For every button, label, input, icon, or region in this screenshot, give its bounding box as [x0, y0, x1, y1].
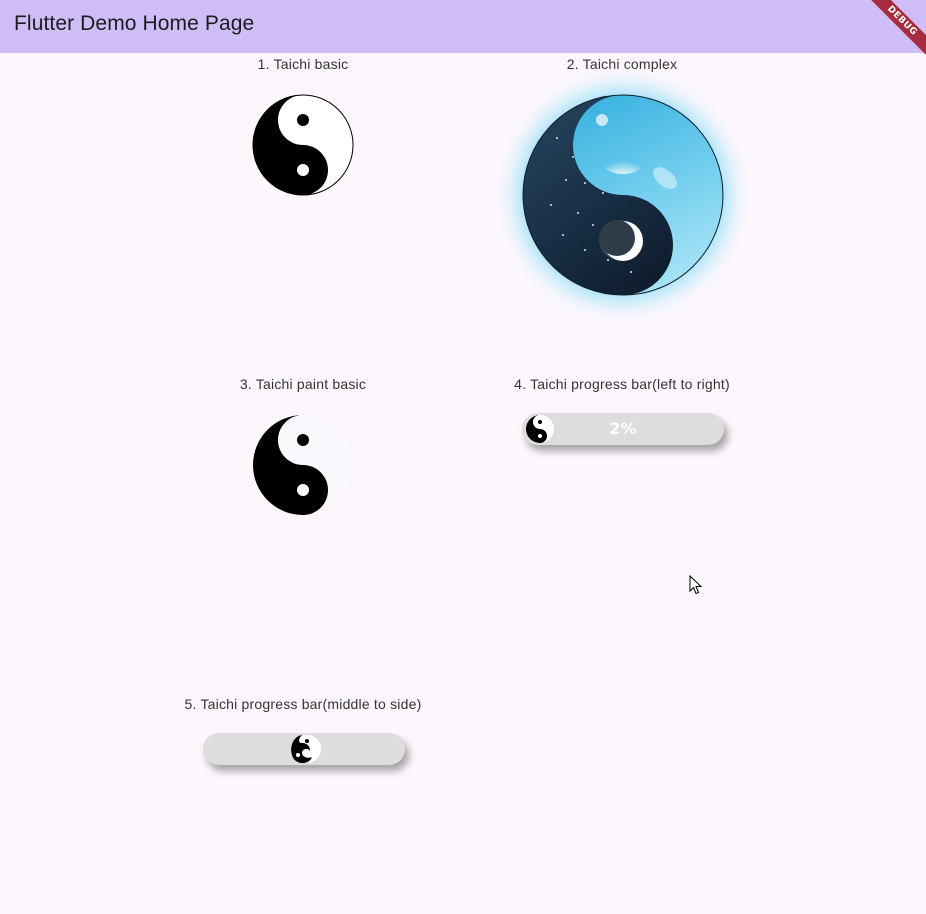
app-bar-title: Flutter Demo Home Page	[14, 12, 255, 35]
progress-percent-label: 2%	[609, 419, 637, 438]
example-3-label: 3. Taichi paint basic	[239, 376, 367, 392]
taichi-paint-basic-icon	[253, 415, 353, 515]
mouse-cursor-icon	[689, 575, 703, 595]
app-bar: Flutter Demo Home Page	[0, 0, 926, 53]
taichi-basic-icon	[252, 94, 354, 196]
example-4-label: 4. Taichi progress bar(left to right)	[514, 376, 730, 392]
progress-bar-left-to-right: 2%	[522, 413, 724, 445]
progress-bar-middle-to-side	[203, 733, 405, 765]
taichi-morph-icon	[291, 735, 321, 764]
example-5-label: 5. Taichi progress bar(middle to side)	[184, 696, 422, 712]
example-1-label: 1. Taichi basic	[257, 56, 349, 72]
taichi-complex-icon	[492, 64, 754, 326]
